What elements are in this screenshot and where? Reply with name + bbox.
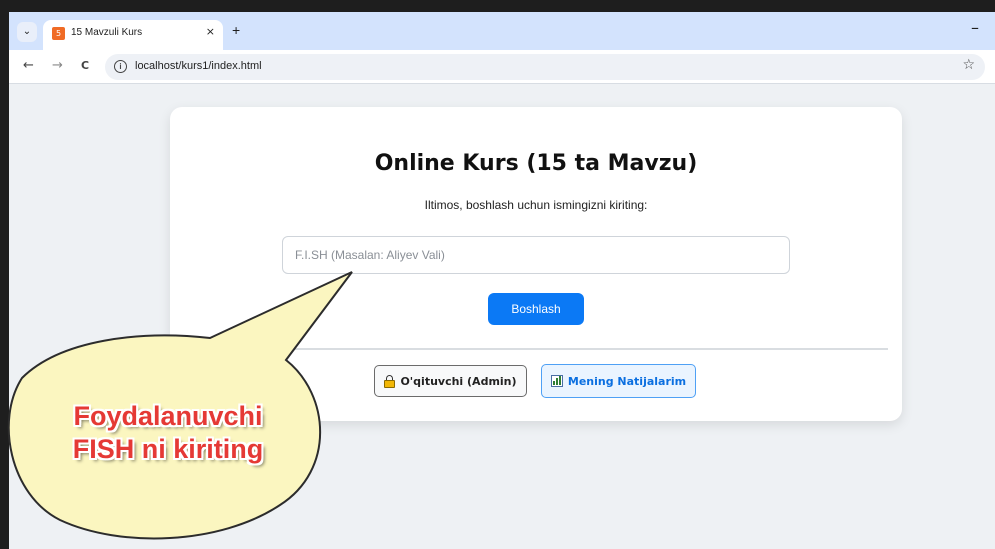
browser-window: ⌄ 5 15 Mavzuli Kurs × + – ← → C i localh… [9,12,995,549]
admin-button[interactable]: O'qituvchi (Admin) [374,365,527,397]
my-results-button-label: Mening Natijalarim [567,374,687,388]
tab-search-icon[interactable]: ⌄ [17,22,37,42]
page-title: Online Kurs (15 ta Mavzu) [374,151,698,176]
lock-icon [384,374,396,388]
name-input[interactable] [282,236,790,274]
bookmark-star-icon[interactable]: ☆ [962,57,975,73]
admin-button-label: O'qituvchi (Admin) [400,374,517,388]
url-text: localhost/kurs1/index.html [135,60,262,72]
minimize-icon[interactable]: – [971,18,979,37]
tab-active[interactable]: 5 15 Mavzuli Kurs × [43,20,223,50]
tab-strip: ⌄ 5 15 Mavzuli Kurs × + – [9,12,995,50]
tab-title: 15 Mavzuli Kurs [71,27,143,38]
my-results-button[interactable]: Mening Natijalarim [541,364,696,398]
browser-toolbar: ← → C i localhost/kurs1/index.html ☆ [9,50,995,84]
start-button[interactable]: Boshlash [488,293,584,325]
close-tab-icon[interactable]: × [206,25,215,38]
address-bar[interactable]: i localhost/kurs1/index.html ☆ [105,54,985,80]
instruction-text: Iltimos, boshlash uchun ismingizni kirit… [424,198,648,212]
site-info-icon[interactable]: i [114,60,127,73]
html-favicon-icon: 5 [52,27,65,40]
reload-icon[interactable]: C [81,59,89,72]
callout-line-2: FISH ni kiriting [72,434,264,464]
bar-chart-icon [550,375,563,387]
divider [285,348,888,350]
callout-text: Foydalanuvchi FISH ni kiriting [48,400,288,466]
back-icon[interactable]: ← [23,58,34,73]
new-tab-icon[interactable]: + [232,22,240,38]
callout-line-1: Foydalanuvchi [73,401,263,431]
forward-icon[interactable]: → [52,58,63,73]
login-card: Online Kurs (15 ta Mavzu) Iltimos, boshl… [170,107,902,421]
